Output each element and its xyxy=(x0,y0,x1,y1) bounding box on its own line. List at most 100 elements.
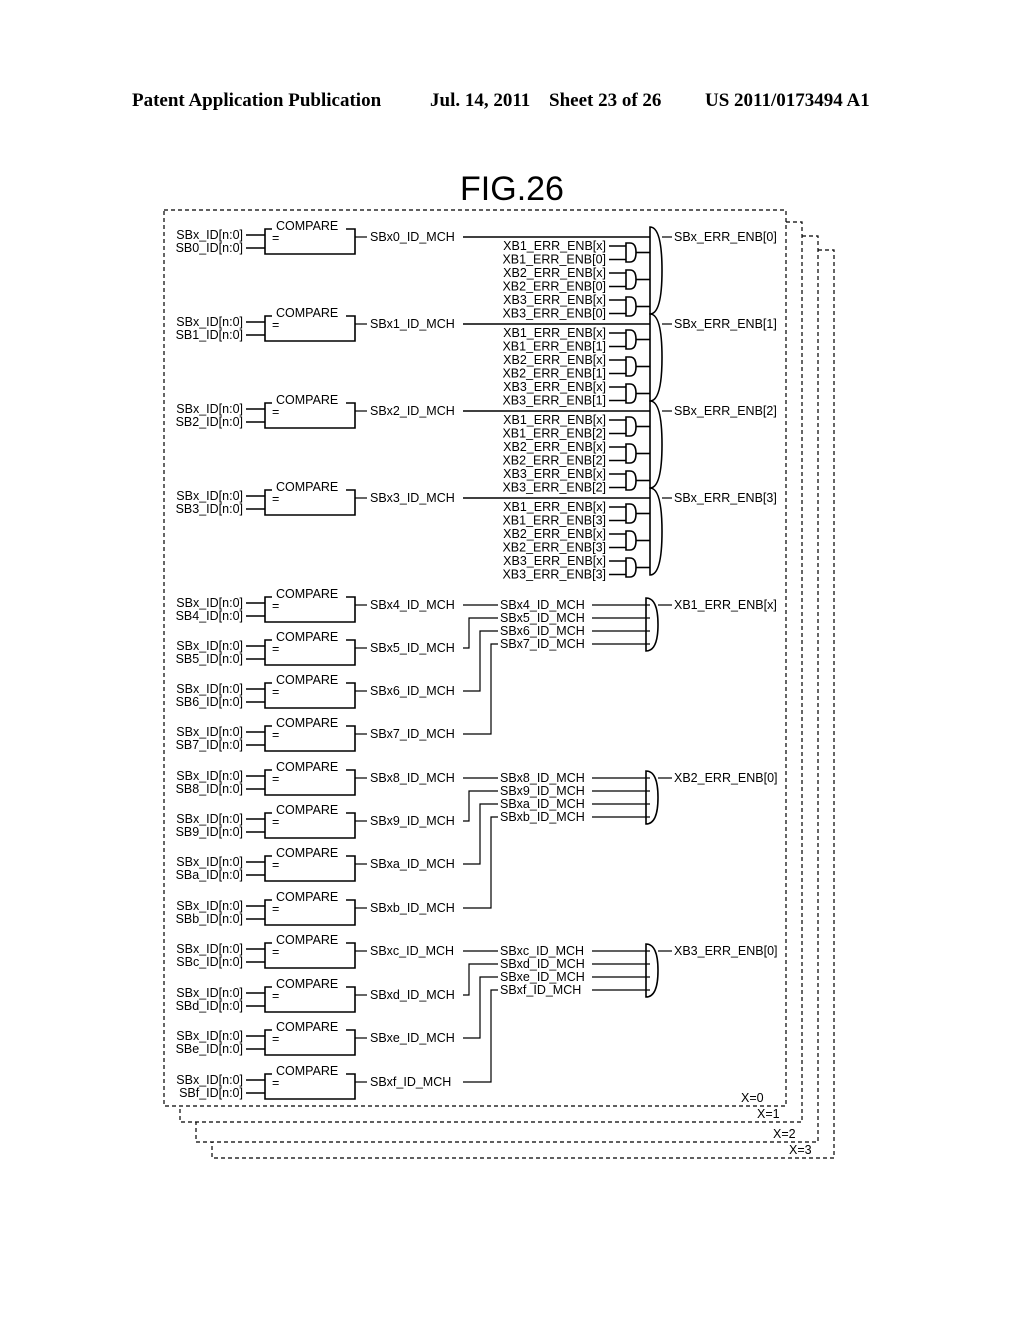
comparator-block: SBx_ID[n:0]SBb_ID[n:0] COMPARE= SBxb_ID_MC… xyxy=(176,890,455,926)
input-label-common: SBx_ID[n:0] xyxy=(176,942,243,956)
equals-symbol: = xyxy=(272,685,279,699)
err-enable-output-label: SBx_ERR_ENB[0] xyxy=(674,230,777,244)
err-enable-output-label: SBx_ERR_ENB[1] xyxy=(674,317,777,331)
err-enable-group: XB1_ERR_ENB[x]XB1_ERR_ENB[3] XB2_ERR_ENB[… xyxy=(463,487,777,582)
err-enable-input-label: XB2_ERR_ENB[x] xyxy=(503,266,606,280)
input-label: SB5_ID[n:0] xyxy=(176,652,243,666)
input-label-common: SBx_ID[n:0] xyxy=(176,402,243,416)
output-label: SBxf_ID_MCH xyxy=(370,1075,451,1089)
layer-label: X=0 xyxy=(741,1091,764,1105)
err-enable-input-label: XB2_ERR_ENB[x] xyxy=(503,353,606,367)
compare-label: COMPARE xyxy=(276,393,338,407)
or-input-label: SBxc_ID_MCH xyxy=(500,944,584,958)
compare-label: COMPARE xyxy=(276,933,338,947)
input-label: SB0_ID[n:0] xyxy=(176,241,243,255)
comparator-block: SBx_ID[n:0]SB8_ID[n:0] COMPARE= SBx8_ID_MC… xyxy=(176,760,455,796)
output-label: SBxe_ID_MCH xyxy=(370,1031,455,1045)
comparator-block: SBx_ID[n:0]SBd_ID[n:0] COMPARE= SBxd_ID_MC… xyxy=(176,977,455,1013)
equals-symbol: = xyxy=(272,231,279,245)
err-enable-input-label: XB1_ERR_ENB[0] xyxy=(502,253,606,267)
or-input-label: SBxe_ID_MCH xyxy=(500,970,585,984)
err-enable-input-label: XB2_ERR_ENB[3] xyxy=(502,541,606,555)
comparator-block: SBx_ID[n:0]SB5_ID[n:0] COMPARE= SBx5_ID_MC… xyxy=(176,630,455,666)
equals-symbol: = xyxy=(272,318,279,332)
err-enable-group: XB1_ERR_ENB[x]XB1_ERR_ENB[2]XB2_ERR_ENB[… xyxy=(463,400,777,495)
equals-symbol: = xyxy=(272,858,279,872)
input-label: SBa_ID[n:0] xyxy=(176,868,243,882)
layer-label: X=2 xyxy=(773,1127,796,1141)
input-label-common: SBx_ID[n:0] xyxy=(176,682,243,696)
and-gate xyxy=(625,416,637,437)
err-enable-output-label: SBx_ERR_ENB[2] xyxy=(674,404,777,418)
match-or-group: SBx4_ID_MCHSBx5_ID_MCHSBx6_ID_MCHSBx7_ID… xyxy=(463,597,777,735)
layer-border xyxy=(163,209,787,1107)
compare-label: COMPARE xyxy=(276,803,338,817)
compare-label: COMPARE xyxy=(276,1020,338,1034)
comparator-block: SBx_ID[n:0]SB9_ID[n:0] COMPARE= SBx9_ID_MC… xyxy=(176,803,455,839)
input-label: SB8_ID[n:0] xyxy=(176,782,243,796)
output-label: SBx3_ID_MCH xyxy=(370,491,455,505)
or-output-label: XB1_ERR_ENB[x] xyxy=(674,598,777,612)
comparator-block: SBx_ID[n:0]SB6_ID[n:0] COMPARE= SBx6_ID_MC… xyxy=(176,673,455,709)
and-gate xyxy=(625,383,637,404)
layer-label: X=1 xyxy=(757,1107,780,1121)
or-input-label: SBx9_ID_MCH xyxy=(500,784,585,798)
output-label: SBx0_ID_MCH xyxy=(370,230,455,244)
output-label: SBxb_ID_MCH xyxy=(370,901,455,915)
input-label: SBc_ID[n:0] xyxy=(176,955,243,969)
equals-symbol: = xyxy=(272,772,279,786)
output-label: SBx1_ID_MCH xyxy=(370,317,455,331)
compare-label: COMPARE xyxy=(276,306,338,320)
input-label-common: SBx_ID[n:0] xyxy=(176,769,243,783)
equals-symbol: = xyxy=(272,989,279,1003)
comparator-block: SBx_ID[n:0]SB2_ID[n:0] COMPARE= SBx2_ID_MC… xyxy=(176,393,455,429)
input-label-common: SBx_ID[n:0] xyxy=(176,489,243,503)
err-enable-input-label: XB2_ERR_ENB[x] xyxy=(503,440,606,454)
comparator-block: SBx_ID[n:0]SB7_ID[n:0] COMPARE= SBx7_ID_MC… xyxy=(176,716,455,752)
err-enable-input-label: XB1_ERR_ENB[3] xyxy=(502,514,606,528)
compare-label: COMPARE xyxy=(276,977,338,991)
or-input-label: SBx8_ID_MCH xyxy=(500,771,585,785)
comparator-block: SBx_ID[n:0]SBc_ID[n:0] COMPARE= SBxc_ID_MC… xyxy=(176,933,454,969)
err-enable-group: XB1_ERR_ENB[x]XB1_ERR_ENB[0]XB2_ERR_ENB[… xyxy=(463,226,777,321)
err-enable-input-label: XB3_ERR_ENB[1] xyxy=(502,394,606,408)
match-or-group: SBxc_ID_MCHSBxd_ID_MCHSBxe_ID_MCHSBxf_ID… xyxy=(463,943,778,1083)
equals-symbol: = xyxy=(272,492,279,506)
match-route-wire xyxy=(463,630,498,692)
and-gate xyxy=(625,557,637,578)
or-input-label: SBx7_ID_MCH xyxy=(500,637,585,651)
circuit-diagram: X=3X=2X=1X=0SBx_ID[n:0]SB0_ID[n:0]COMPAR… xyxy=(163,209,835,1159)
err-enable-input-label: XB3_ERR_ENB[2] xyxy=(502,481,606,495)
comparator-block: SBx_ID[n:0]SBe_ID[n:0] COMPARE= SBxe_ID_MC… xyxy=(176,1020,455,1056)
or-input-label: SBx6_ID_MCH xyxy=(500,624,585,638)
err-enable-input-label: XB2_ERR_ENB[2] xyxy=(502,454,606,468)
output-label: SBx7_ID_MCH xyxy=(370,727,455,741)
input-label-common: SBx_ID[n:0] xyxy=(176,315,243,329)
input-label: SB9_ID[n:0] xyxy=(176,825,243,839)
output-label: SBx5_ID_MCH xyxy=(370,641,455,655)
err-enable-input-label: XB1_ERR_ENB[x] xyxy=(503,413,606,427)
or-input-label: SBxf_ID_MCH xyxy=(500,983,581,997)
output-label: SBx8_ID_MCH xyxy=(370,771,455,785)
input-label: SB7_ID[n:0] xyxy=(176,738,243,752)
err-enable-input-label: XB2_ERR_ENB[1] xyxy=(502,367,606,381)
and-gate xyxy=(625,329,637,350)
and-gate xyxy=(625,443,637,464)
and-gate xyxy=(625,356,637,377)
err-enable-input-label: XB1_ERR_ENB[x] xyxy=(503,500,606,514)
input-label-common: SBx_ID[n:0] xyxy=(176,1029,243,1043)
or-output-label: XB3_ERR_ENB[0] xyxy=(674,944,778,958)
err-enable-input-label: XB2_ERR_ENB[0] xyxy=(502,280,606,294)
input-label: SB4_ID[n:0] xyxy=(176,609,243,623)
compare-label: COMPARE xyxy=(276,673,338,687)
input-label-common: SBx_ID[n:0] xyxy=(176,812,243,826)
or-gate xyxy=(645,597,659,652)
equals-symbol: = xyxy=(272,945,279,959)
or-input-label: SBxb_ID_MCH xyxy=(500,810,585,824)
input-label: SBb_ID[n:0] xyxy=(176,912,243,926)
or-input-label: SBxd_ID_MCH xyxy=(500,957,585,971)
or-gate xyxy=(645,770,659,825)
output-label: SBxa_ID_MCH xyxy=(370,857,455,871)
compare-label: COMPARE xyxy=(276,480,338,494)
comparator-block: SBx_ID[n:0]SB1_ID[n:0] COMPARE= SBx1_ID_MC… xyxy=(176,306,455,342)
